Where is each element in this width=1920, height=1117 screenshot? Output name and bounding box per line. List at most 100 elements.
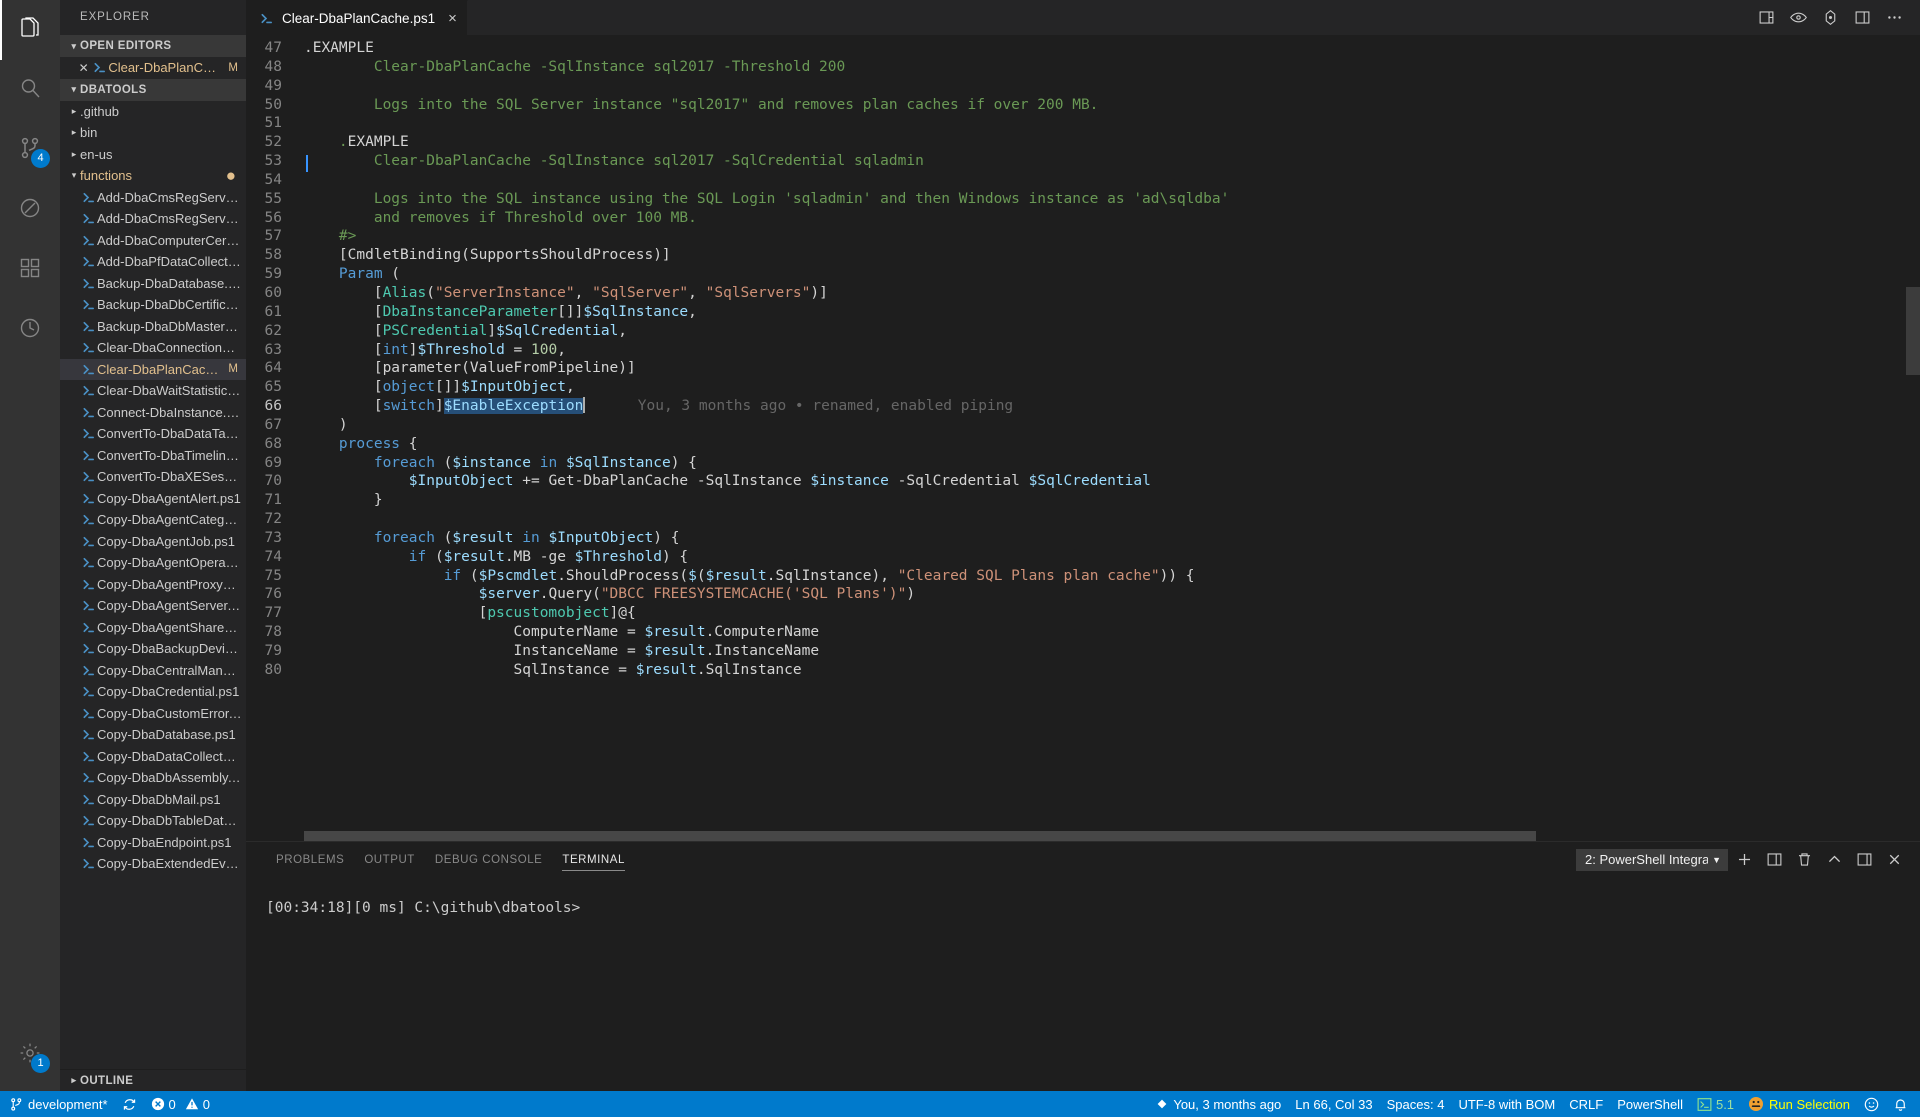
status-feedback[interactable] xyxy=(1857,1091,1886,1117)
code-line[interactable]: .EXAMPLE xyxy=(304,133,1920,152)
activity-bar-item-source-control[interactable]: 4 xyxy=(0,120,60,180)
section-workspace[interactable]: DBATOOLS xyxy=(60,79,246,101)
file-item[interactable]: ConvertTo-DbaDataTable.... xyxy=(60,423,246,445)
status-errors[interactable]: 0 xyxy=(144,1091,183,1117)
editor-vertical-scrollbar[interactable] xyxy=(1906,35,1920,841)
code-line[interactable]: [CmdletBinding(SupportsShouldProcess)] xyxy=(304,246,1920,265)
code-line[interactable] xyxy=(304,510,1920,529)
code-content[interactable]: .EXAMPLE Clear-DbaPlanCache -SqlInstance… xyxy=(304,35,1920,841)
tab-clear-dbaplancache[interactable]: Clear-DbaPlanCache.ps1 × xyxy=(246,0,468,35)
code-line[interactable]: and removes if Threshold over 100 MB. xyxy=(304,209,1920,228)
close-icon[interactable]: ✕ xyxy=(76,61,91,75)
file-item[interactable]: Backup-DbaDatabase.ps1 xyxy=(60,273,246,295)
code-line[interactable]: process { xyxy=(304,435,1920,454)
activity-bar-item-search[interactable] xyxy=(0,60,60,120)
file-item[interactable]: Copy-DbaExtendedEvent... xyxy=(60,853,246,875)
status-blame[interactable]: You, 3 months ago xyxy=(1148,1091,1288,1117)
code-line[interactable]: [Alias("ServerInstance", "SqlServer", "S… xyxy=(304,284,1920,303)
tab-problems[interactable]: PROBLEMS xyxy=(266,842,354,877)
folder-item-functions[interactable]: functions ● xyxy=(60,165,246,187)
activity-bar-item-extensions[interactable] xyxy=(0,240,60,300)
open-editor-item[interactable]: ✕ Clear-DbaPlanCac... M xyxy=(60,57,246,79)
file-item[interactable]: Copy-DbaDbTableData.ps1 xyxy=(60,810,246,832)
status-eol[interactable]: CRLF xyxy=(1562,1091,1610,1117)
code-line[interactable]: if ($Pscmdlet.ShouldProcess($($result.Sq… xyxy=(304,567,1920,586)
folder-item-en-us[interactable]: en-us xyxy=(60,144,246,166)
file-item[interactable]: Copy-DbaCentralManage... xyxy=(60,660,246,682)
file-item[interactable]: Clear-DbaPlanCache...M xyxy=(60,359,246,381)
code-line[interactable]: InstanceName = $result.InstanceName xyxy=(304,642,1920,661)
code-line[interactable] xyxy=(304,171,1920,190)
code-line[interactable]: if ($result.MB -ge $Threshold) { xyxy=(304,548,1920,567)
file-item[interactable]: Connect-DbaInstance.ps1 xyxy=(60,402,246,424)
file-item[interactable]: Add-DbaPfDataCollector... xyxy=(60,251,246,273)
file-item[interactable]: Copy-DbaDbMail.ps1 xyxy=(60,789,246,811)
file-item[interactable]: Copy-DbaAgentServer.ps1 xyxy=(60,595,246,617)
code-line[interactable]: [parameter(ValueFromPipeline)] xyxy=(304,359,1920,378)
close-icon[interactable]: × xyxy=(442,10,457,27)
status-indentation[interactable]: Spaces: 4 xyxy=(1380,1091,1452,1117)
folder-item-bin[interactable]: bin xyxy=(60,122,246,144)
status-cursor-position[interactable]: Ln 66, Col 33 xyxy=(1288,1091,1379,1117)
file-item[interactable]: Copy-DbaDataCollector.... xyxy=(60,746,246,768)
code-line[interactable]: $server.Query("DBCC FREESYSTEMCACHE('SQL… xyxy=(304,585,1920,604)
folder-item-github[interactable]: .github xyxy=(60,101,246,123)
terminal-select[interactable]: 2: PowerShell Integrated ▼ xyxy=(1576,849,1728,871)
file-item[interactable]: Backup-DbaDbCertificate... xyxy=(60,294,246,316)
file-item[interactable]: Copy-DbaAgentSharedSc... xyxy=(60,617,246,639)
code-line[interactable]: } xyxy=(304,491,1920,510)
file-item[interactable]: Copy-DbaBackupDevice.... xyxy=(60,638,246,660)
code-line[interactable]: $InputObject += Get-DbaPlanCache -SqlIns… xyxy=(304,472,1920,491)
file-item[interactable]: ConvertTo-DbaTimeline.p... xyxy=(60,445,246,467)
file-item[interactable]: Copy-DbaCustomError.ps1 xyxy=(60,703,246,725)
layout-icon[interactable] xyxy=(1848,0,1876,35)
terminal-body[interactable]: [00:34:18][0 ms] C:\github\dbatools> xyxy=(246,877,1920,1091)
file-item[interactable]: Copy-DbaAgentOperator... xyxy=(60,552,246,574)
code-line[interactable]: Clear-DbaPlanCache -SqlInstance sql2017 … xyxy=(304,58,1920,77)
section-outline[interactable]: OUTLINE xyxy=(60,1069,246,1091)
code-line[interactable]: ComputerName = $result.ComputerName xyxy=(304,623,1920,642)
status-notifications[interactable] xyxy=(1886,1091,1920,1117)
code-editor[interactable]: 4748495051525354555657585960616263646566… xyxy=(246,35,1920,841)
file-item[interactable]: Clear-DbaWaitStatistics.p... xyxy=(60,380,246,402)
activity-bar-item-manage[interactable]: 1 xyxy=(0,1025,60,1085)
code-line[interactable]: Logs into the SQL Server instance "sql20… xyxy=(304,96,1920,115)
split-editor-icon[interactable] xyxy=(1752,0,1780,35)
code-line[interactable]: [object[]]$InputObject, xyxy=(304,378,1920,397)
file-item[interactable]: ConvertTo-DbaXESession... xyxy=(60,466,246,488)
code-line[interactable]: [pscustomobject]@{ xyxy=(304,604,1920,623)
code-line[interactable]: .EXAMPLE xyxy=(304,39,1920,58)
editor-hscroll-thumb[interactable] xyxy=(304,831,1536,841)
file-item[interactable]: Copy-DbaEndpoint.ps1 xyxy=(60,832,246,854)
file-item[interactable]: Copy-DbaAgentAlert.ps1 xyxy=(60,488,246,510)
code-line[interactable]: SqlInstance = $result.SqlInstance xyxy=(304,661,1920,680)
status-language-mode[interactable]: PowerShell xyxy=(1610,1091,1690,1117)
activity-bar-item-explorer[interactable] xyxy=(0,0,60,60)
status-run-selection[interactable]: Run Selection xyxy=(1741,1091,1857,1117)
editor-scroll-thumb[interactable] xyxy=(1906,287,1920,375)
status-branch[interactable]: development* xyxy=(0,1091,115,1117)
code-line[interactable] xyxy=(304,77,1920,96)
close-panel-icon[interactable] xyxy=(1880,845,1908,875)
file-item[interactable]: Backup-DbaDbMasterKe... xyxy=(60,316,246,338)
code-line[interactable]: #> xyxy=(304,227,1920,246)
code-line[interactable]: [int]$Threshold = 100, xyxy=(304,341,1920,360)
file-item[interactable]: Copy-DbaCredential.ps1 xyxy=(60,681,246,703)
more-actions-icon[interactable] xyxy=(1880,0,1908,35)
trash-icon[interactable] xyxy=(1790,845,1818,875)
file-item[interactable]: Add-DbaComputerCertifi... xyxy=(60,230,246,252)
split-terminal-icon[interactable] xyxy=(1760,845,1788,875)
status-warnings[interactable]: 0 xyxy=(183,1091,217,1117)
chevron-up-icon[interactable] xyxy=(1820,845,1848,875)
code-line[interactable]: Logs into the SQL instance using the SQL… xyxy=(304,190,1920,209)
file-item[interactable]: Copy-DbaDbAssembly.ps1 xyxy=(60,767,246,789)
file-item[interactable]: Add-DbaCmsRegServerG... xyxy=(60,208,246,230)
preview-icon[interactable] xyxy=(1784,0,1812,35)
activity-bar-item-run-debug[interactable] xyxy=(0,180,60,240)
status-encoding[interactable]: UTF-8 with BOM xyxy=(1451,1091,1562,1117)
file-item[interactable]: Add-DbaCmsRegServer.p... xyxy=(60,187,246,209)
status-powershell-version[interactable]: 5.1 xyxy=(1690,1091,1741,1117)
code-line[interactable]: [DbaInstanceParameter[]]$SqlInstance, xyxy=(304,303,1920,322)
activity-bar-item-testing[interactable] xyxy=(0,300,60,360)
file-item[interactable]: Copy-DbaAgentProxyAcc... xyxy=(60,574,246,596)
